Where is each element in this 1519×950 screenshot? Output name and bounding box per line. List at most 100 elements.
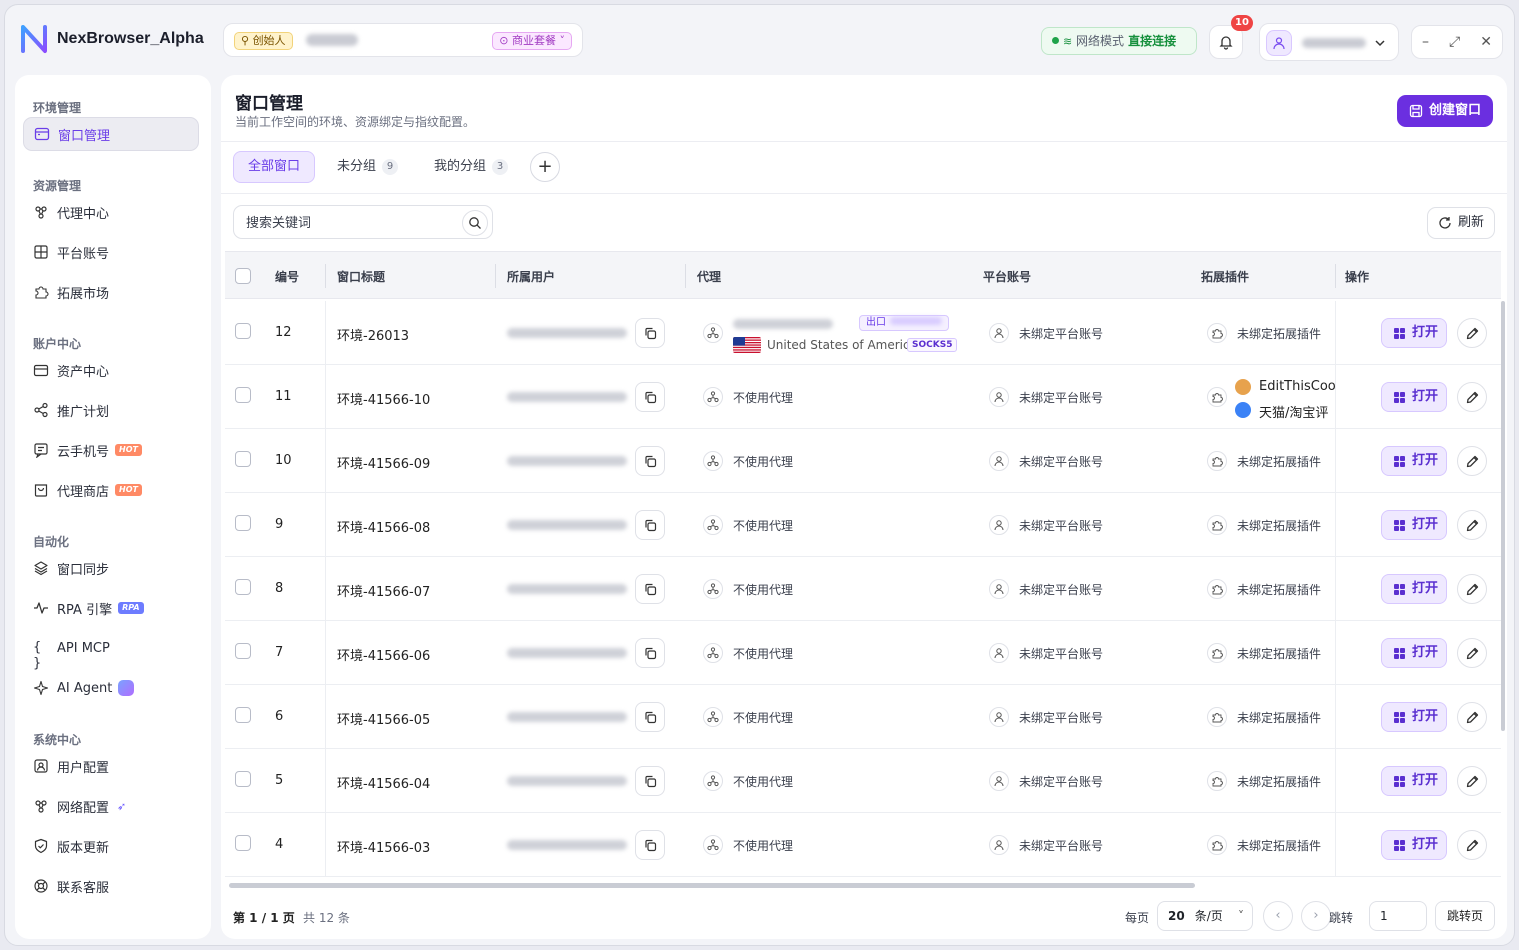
search-button[interactable] — [462, 210, 488, 236]
table-row[interactable]: 10 环境-41566-09 不使用代理 未绑定平台账号 未绑定拓展插件 打开 — [225, 429, 1501, 493]
sidebar-item-network-config[interactable]: 网络配置 ➶ — [23, 789, 199, 823]
row-checkbox[interactable] — [235, 707, 251, 723]
row-checkbox[interactable] — [235, 387, 251, 403]
row-checkbox[interactable] — [235, 515, 251, 531]
table-row[interactable]: 8 环境-41566-07 不使用代理 未绑定平台账号 未绑定拓展插件 打开 — [225, 557, 1501, 621]
row-checkbox[interactable] — [235, 451, 251, 467]
edit-window-button[interactable] — [1457, 446, 1487, 476]
sidebar-item-proxy-store[interactable]: 代理商店 HOT — [23, 473, 199, 507]
plan-badge[interactable]: ⊙ 商业套餐 ˅ — [492, 32, 572, 50]
chevron-down-icon: ˅ — [1238, 909, 1244, 923]
horizontal-scrollbar[interactable] — [229, 883, 1195, 888]
tab-ungrouped[interactable]: 未分组 9 — [323, 151, 412, 183]
sidebar-item-user-config[interactable]: 用户配置 — [23, 749, 199, 783]
edit-window-button[interactable] — [1457, 574, 1487, 604]
edit-window-button[interactable] — [1457, 702, 1487, 732]
open-window-button[interactable]: 打开 — [1381, 510, 1447, 540]
table-row[interactable]: 4 环境-41566-03 不使用代理 未绑定平台账号 未绑定拓展插件 打开 — [225, 813, 1501, 877]
message-icon — [34, 443, 48, 458]
tab-all-windows[interactable]: 全部窗口 — [233, 151, 316, 183]
sidebar-item-window-sync[interactable]: 窗口同步 — [23, 551, 199, 585]
title-bar: NexBrowser_Alpha ⚲ 创始人 ⊙ 商业套餐 ˅ ≋ 网络模式 直接… — [5, 5, 1514, 71]
copy-button[interactable] — [635, 382, 665, 412]
edit-window-button[interactable] — [1457, 510, 1487, 540]
table-row[interactable]: 9 环境-41566-08 不使用代理 未绑定平台账号 未绑定拓展插件 打开 — [225, 493, 1501, 557]
tab-my-groups[interactable]: 我的分组 3 — [420, 151, 522, 183]
open-window-button[interactable]: 打开 — [1381, 702, 1447, 732]
next-page-button[interactable]: › — [1301, 901, 1331, 931]
open-window-button[interactable]: 打开 — [1381, 574, 1447, 604]
table-row[interactable]: 6 环境-41566-05 不使用代理 未绑定平台账号 未绑定拓展插件 打开 — [225, 685, 1501, 749]
table-row[interactable]: 5 环境-41566-04 不使用代理 未绑定平台账号 未绑定拓展插件 打开 — [225, 749, 1501, 813]
sidebar-item-ai-agent[interactable]: AI Agent — [23, 671, 199, 705]
jump-page-button[interactable]: 跳转页 — [1435, 901, 1495, 931]
copy-button[interactable] — [635, 638, 665, 668]
proxy-value: 不使用代理 — [733, 583, 794, 597]
owner-email-blurred — [507, 584, 627, 594]
platform-account-value: 未绑定平台账号 — [1019, 647, 1104, 661]
owner-email-blurred — [507, 520, 627, 530]
sidebar-item-version-update[interactable]: 版本更新 — [23, 829, 199, 863]
open-window-button[interactable]: 打开 — [1381, 382, 1447, 412]
sidebar-item-window-management[interactable]: 窗口管理 — [23, 117, 199, 151]
open-window-button[interactable]: 打开 — [1381, 638, 1447, 668]
table-row[interactable]: 11 环境-41566-10 不使用代理 未绑定平台账号 EditThisCoo 天猫/淘… — [225, 365, 1501, 429]
row-checkbox[interactable] — [235, 323, 251, 339]
extension-icon — [1207, 771, 1227, 791]
sidebar-item-asset-center[interactable]: 资产中心 — [23, 353, 199, 387]
copy-button[interactable] — [635, 574, 665, 604]
sidebar-item-cloud-phone[interactable]: 云手机号 HOT — [23, 433, 199, 467]
username-blurred — [306, 34, 358, 46]
sidebar-item-customer-support[interactable]: 联系客服 — [23, 869, 199, 903]
prev-page-button[interactable]: ‹ — [1263, 901, 1293, 931]
sidebar-item-platform-accounts[interactable]: 平台账号 — [23, 235, 199, 269]
vertical-scrollbar[interactable] — [1501, 301, 1505, 731]
column-header: 窗口标题 — [337, 270, 386, 284]
sidebar-item-api-mcp[interactable]: { } API MCP — [23, 631, 199, 671]
select-all-checkbox[interactable] — [235, 268, 251, 284]
open-window-button[interactable]: 打开 — [1381, 766, 1447, 796]
copy-button[interactable] — [635, 510, 665, 540]
close-icon[interactable]: ✕ — [1480, 34, 1492, 50]
edit-window-button[interactable] — [1457, 382, 1487, 412]
open-window-button[interactable]: 打开 — [1381, 830, 1447, 860]
refresh-button[interactable]: 刷新 — [1426, 207, 1495, 239]
edit-window-button[interactable] — [1457, 638, 1487, 668]
copy-button[interactable] — [635, 830, 665, 860]
edit-window-button[interactable] — [1457, 830, 1487, 860]
account-icon — [989, 451, 1009, 471]
sidebar-item-extension-market[interactable]: 拓展市场 — [23, 275, 199, 309]
search-icon — [469, 217, 481, 229]
sidebar-item-proxy-center[interactable]: 代理中心 — [23, 195, 199, 229]
open-window-button[interactable]: 打开 — [1381, 318, 1447, 348]
app-name: NexBrowser_Alpha — [57, 30, 204, 47]
sidebar-item-rpa-engine[interactable]: RPA 引擎 RPA — [23, 591, 199, 625]
copy-button[interactable] — [635, 702, 665, 732]
copy-button[interactable] — [635, 446, 665, 476]
add-group-button[interactable]: + — [530, 152, 561, 182]
row-checkbox[interactable] — [235, 771, 251, 787]
copy-button[interactable] — [635, 766, 665, 796]
row-checkbox[interactable] — [235, 835, 251, 851]
edit-window-button[interactable] — [1457, 318, 1487, 348]
sidebar-item-promotion-plan[interactable]: 推广计划 — [23, 393, 199, 427]
account-menu[interactable] — [1259, 23, 1399, 61]
copy-button[interactable] — [635, 318, 665, 348]
proxy-icon — [703, 515, 723, 535]
edit-window-button[interactable] — [1457, 766, 1487, 796]
window-number: 6 — [275, 709, 284, 724]
table-row[interactable]: 12 环境-26013 出口 United States of Americ... SO… — [225, 301, 1501, 365]
open-window-button[interactable]: 打开 — [1381, 446, 1447, 476]
create-window-button[interactable]: 创建窗口 — [1396, 95, 1493, 127]
jump-page-input[interactable]: 1 — [1369, 901, 1427, 931]
row-checkbox[interactable] — [235, 643, 251, 659]
table-row[interactable]: 7 环境-41566-06 不使用代理 未绑定平台账号 未绑定拓展插件 打开 — [225, 621, 1501, 685]
search-input[interactable] — [246, 214, 446, 232]
network-mode-pill[interactable]: ≋ 网络模式 直接连接 — [1041, 27, 1197, 55]
row-checkbox[interactable] — [235, 579, 251, 595]
maximize-icon[interactable]: ⤢ — [1449, 34, 1460, 50]
workspace-user-pill[interactable]: ⚲ 创始人 ⊙ 商业套餐 ˅ — [223, 23, 583, 57]
extension-value: 未绑定拓展插件 — [1237, 327, 1322, 341]
per-page-select[interactable]: 20 条/页 ˅ — [1157, 901, 1253, 931]
minimize-icon[interactable]: – — [1422, 34, 1429, 50]
